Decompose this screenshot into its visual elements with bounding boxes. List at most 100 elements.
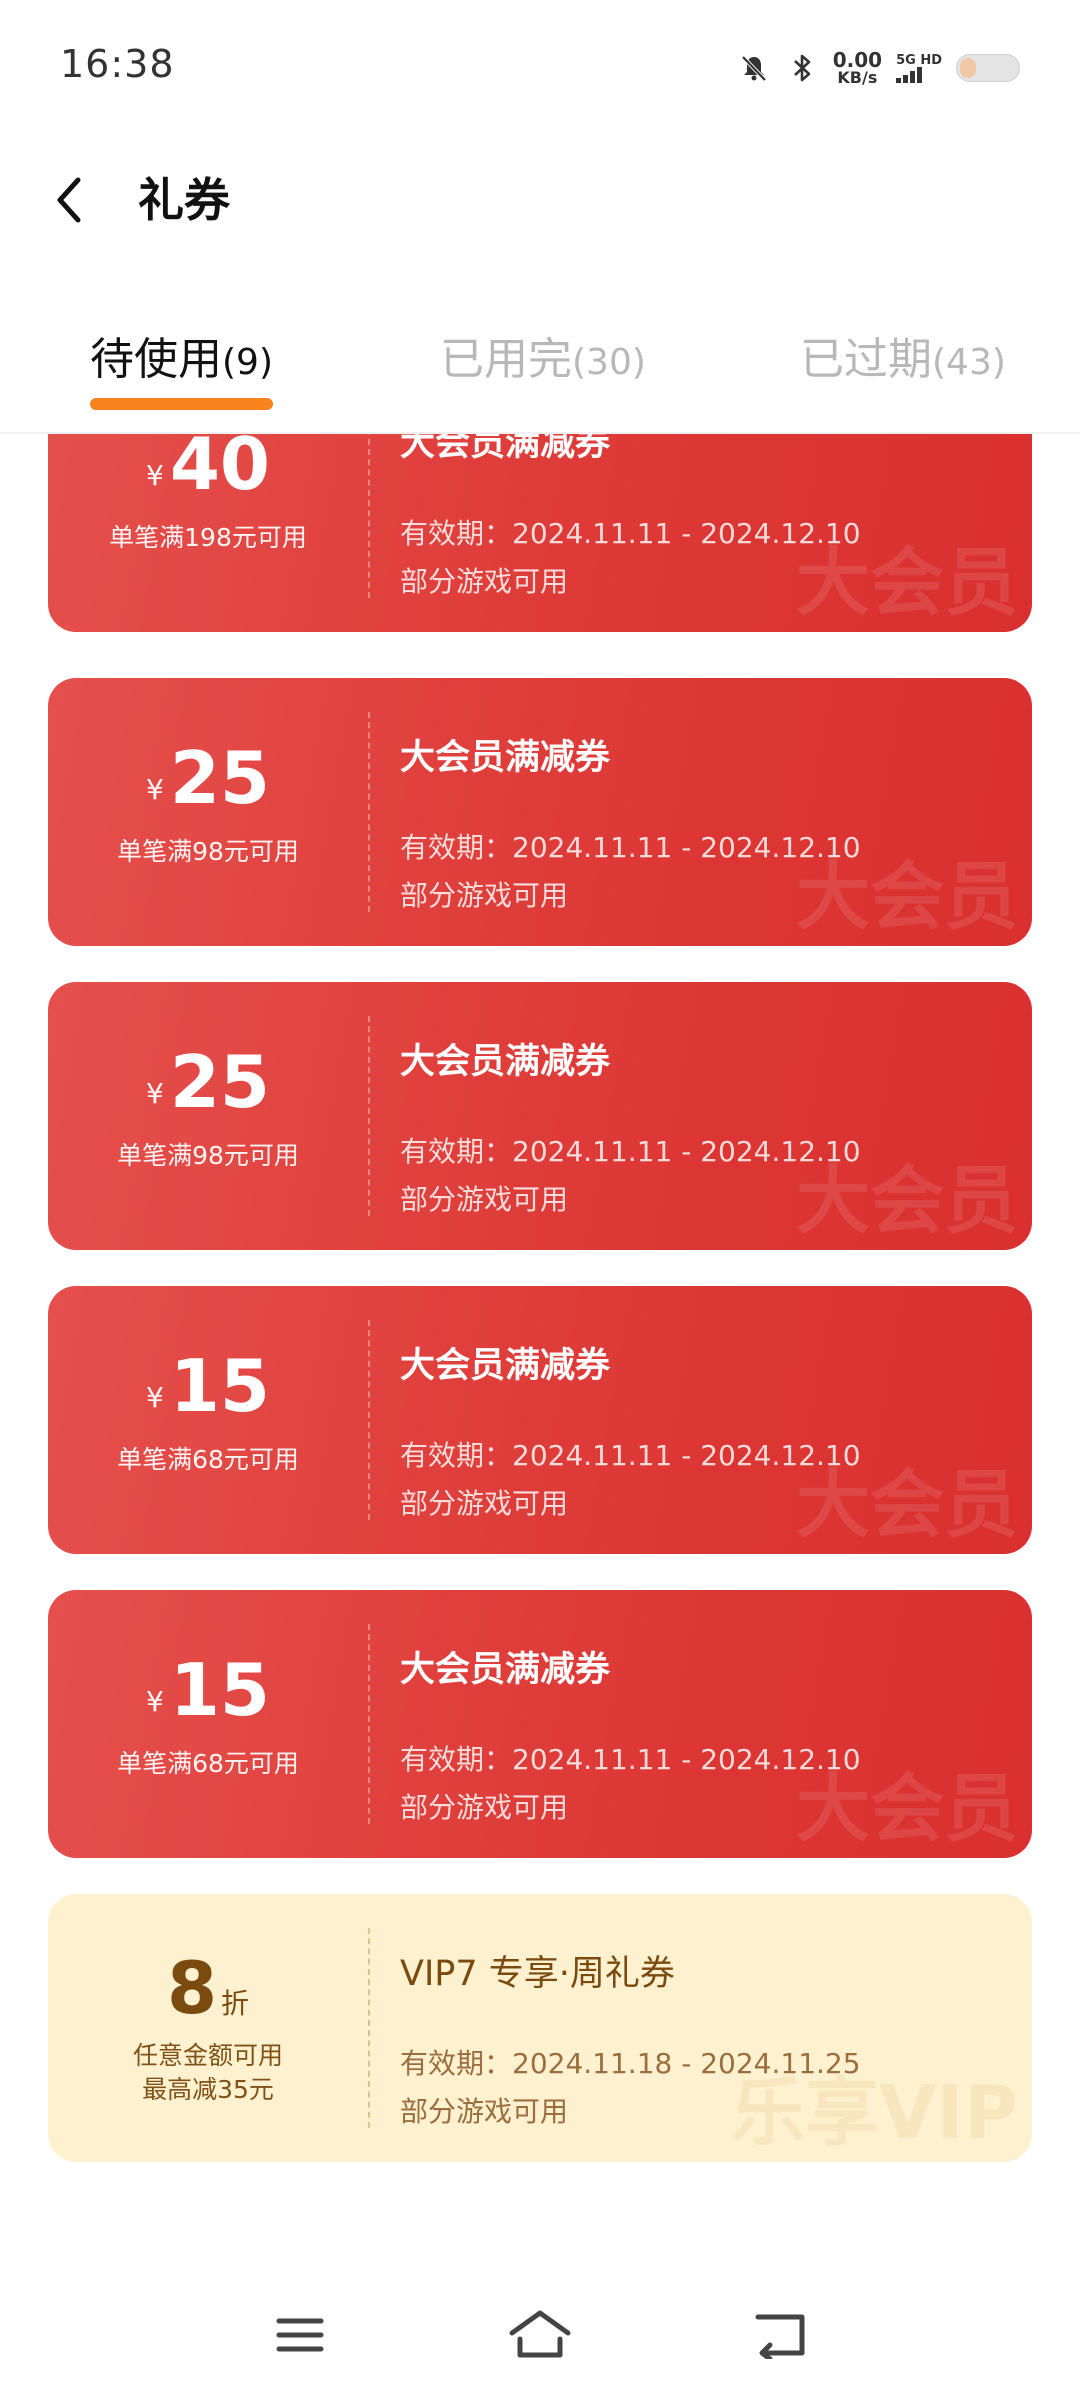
currency-symbol: ¥ xyxy=(145,1685,164,1718)
coupon-watermark: 大会员 xyxy=(796,1766,1018,1852)
coupon-condition: 单笔满98元可用 xyxy=(117,837,299,866)
coupon-condition: 任意金额可用 xyxy=(132,2041,283,2070)
home-icon xyxy=(509,2310,571,2358)
coupon-card[interactable]: ¥15 单笔满68元可用 大会员满减券 有效期：2024.11.11 - 202… xyxy=(48,1590,1032,1858)
coupon-scope: 部分游戏可用 xyxy=(400,2095,569,2128)
network-speed-value: 0.00 xyxy=(832,48,883,72)
coupon-info: 大会员满减券 有效期：2024.11.11 - 2024.12.10 部分游戏可… xyxy=(400,1286,1032,1554)
back-nav-button[interactable] xyxy=(740,2300,820,2370)
coupon-watermark: 大会员 xyxy=(796,854,1018,940)
back-button[interactable] xyxy=(40,170,100,230)
coupon-card[interactable]: ¥15 单笔满68元可用 大会员满减券 有效期：2024.11.11 - 202… xyxy=(48,1286,1032,1554)
coupon-amount-value: 25 xyxy=(169,736,271,820)
tab-label: 待使用 xyxy=(90,334,222,385)
network-speed-unit: KB/s xyxy=(837,68,878,87)
coupon-card[interactable]: ¥25 单笔满98元可用 大会员满减券 有效期：2024.11.11 - 202… xyxy=(48,678,1032,946)
network-label: 5G HD xyxy=(896,52,942,68)
back-icon xyxy=(755,2314,805,2359)
coupon-watermark: 乐享VIP xyxy=(730,2070,1018,2156)
discount-unit: 折 xyxy=(221,1987,250,2020)
tab-count: (43) xyxy=(932,342,1006,383)
coupon-amount-value: 15 xyxy=(169,1344,271,1428)
coupon-discount: 8折 xyxy=(48,1948,368,2044)
coupon-scope: 部分游戏可用 xyxy=(400,879,569,912)
coupon-validity: 有效期：2024.11.11 - 2024.12.10 xyxy=(400,1439,861,1472)
status-bar: 16:38 0.00 KB/s 5G HD xyxy=(0,0,1080,130)
coupon-scope: 部分游戏可用 xyxy=(400,565,569,598)
coupon-title: 大会员满减券 xyxy=(400,1346,611,1386)
coupon-list[interactable]: ¥40 单笔满198元可用 大会员满减券 有效期：2024.11.11 - 20… xyxy=(0,434,1080,2214)
currency-symbol: ¥ xyxy=(145,1381,164,1414)
coupon-amount: ¥15 xyxy=(48,1650,368,1742)
coupon-validity: 有效期：2024.11.11 - 2024.12.10 xyxy=(400,1743,861,1776)
coupon-title: 大会员满减券 xyxy=(400,1650,611,1690)
coupon-divider xyxy=(368,1928,370,2128)
currency-symbol: ¥ xyxy=(145,459,164,492)
tab-count: (30) xyxy=(572,342,646,383)
coupon-amount-value: 25 xyxy=(169,1040,271,1124)
coupon-amount-value: 15 xyxy=(169,1648,271,1732)
coupon-discount-value: 8 xyxy=(166,1946,218,2030)
coupon-divider xyxy=(368,1624,370,1824)
coupon-title: VIP7 专享·周礼券 xyxy=(400,1954,675,1994)
tab-label: 已过期 xyxy=(800,334,932,385)
coupon-scope: 部分游戏可用 xyxy=(400,1791,569,1824)
coupon-info: 大会员满减券 有效期：2024.11.11 - 2024.12.10 部分游戏可… xyxy=(400,1590,1032,1858)
coupon-value-panel: 8折 任意金额可用 最高减35元 xyxy=(48,1894,368,2162)
status-icons: 0.00 KB/s 5G HD xyxy=(737,44,1020,92)
coupon-condition: 单笔满68元可用 xyxy=(117,1749,299,1778)
status-time: 16:38 xyxy=(60,42,175,86)
page-title: 礼券 xyxy=(138,173,230,227)
coupon-validity: 有效期：2024.11.11 - 2024.12.10 xyxy=(400,1135,861,1168)
menu-icon xyxy=(276,2318,324,2352)
tab-count: (9) xyxy=(222,342,273,383)
coupon-divider xyxy=(368,434,370,598)
tab-active-indicator xyxy=(90,398,273,410)
coupon-value-panel: ¥15 单笔满68元可用 xyxy=(48,1286,368,1554)
coupon-info: 大会员满减券 有效期：2024.11.11 - 2024.12.10 部分游戏可… xyxy=(400,678,1032,946)
menu-button[interactable] xyxy=(260,2300,340,2370)
coupon-condition: 单笔满98元可用 xyxy=(117,1141,299,1170)
coupon-info: 大会员满减券 有效期：2024.11.11 - 2024.12.10 部分游戏可… xyxy=(400,982,1032,1250)
coupon-info: VIP7 专享·周礼券 有效期：2024.11.18 - 2024.11.25 … xyxy=(400,1894,1032,2162)
coupon-divider xyxy=(368,1320,370,1520)
coupon-card[interactable]: ¥40 单笔满198元可用 大会员满减券 有效期：2024.11.11 - 20… xyxy=(48,434,1032,632)
coupon-condition: 单笔满68元可用 xyxy=(117,1445,299,1474)
coupon-value-panel: ¥15 单笔满68元可用 xyxy=(48,1590,368,1858)
tab-used[interactable]: 已用完(30) xyxy=(440,330,646,420)
coupon-title: 大会员满减券 xyxy=(400,1042,611,1082)
home-button[interactable] xyxy=(500,2300,580,2370)
top-app-bar: 礼券 xyxy=(0,150,1080,250)
coupon-amount: ¥25 xyxy=(48,738,368,830)
currency-symbol: ¥ xyxy=(145,1077,164,1110)
tab-expired[interactable]: 已过期(43) xyxy=(800,330,1006,420)
bluetooth-icon xyxy=(785,51,819,85)
coupon-validity: 有效期：2024.11.11 - 2024.12.10 xyxy=(400,831,861,864)
coupon-scope: 部分游戏可用 xyxy=(400,1183,569,1216)
coupon-divider xyxy=(368,712,370,912)
coupon-amount: ¥15 xyxy=(48,1346,368,1438)
coupon-amount-value: 40 xyxy=(169,434,271,506)
coupon-watermark: 大会员 xyxy=(796,1158,1018,1244)
coupon-title: 大会员满减券 xyxy=(400,738,611,778)
coupon-divider xyxy=(368,1016,370,1216)
coupon-scope: 部分游戏可用 xyxy=(400,1487,569,1520)
coupon-value-panel: ¥40 单笔满198元可用 xyxy=(48,434,368,632)
tab-label: 已用完 xyxy=(440,334,572,385)
chevron-left-icon xyxy=(57,177,81,223)
coupon-watermark: 大会员 xyxy=(796,1462,1018,1548)
network-speed: 0.00 KB/s xyxy=(833,50,882,86)
tab-bar: 待使用(9) 已用完(30) 已过期(43) xyxy=(0,320,1080,434)
coupon-condition: 单笔满198元可用 xyxy=(109,523,307,552)
currency-symbol: ¥ xyxy=(145,773,164,806)
coupon-amount: ¥40 xyxy=(48,434,368,516)
signal-icon: 5G HD xyxy=(896,54,942,83)
coupon-card-vip[interactable]: 8折 任意金额可用 最高减35元 VIP7 专享·周礼券 有效期：2024.11… xyxy=(48,1894,1032,2162)
tab-pending[interactable]: 待使用(9) xyxy=(90,330,273,420)
coupon-card[interactable]: ¥25 单笔满98元可用 大会员满减券 有效期：2024.11.11 - 202… xyxy=(48,982,1032,1250)
coupon-info: 大会员满减券 有效期：2024.11.11 - 2024.12.10 部分游戏可… xyxy=(400,434,1032,632)
system-nav-bar xyxy=(0,2280,1080,2390)
coupon-value-panel: ¥25 单笔满98元可用 xyxy=(48,982,368,1250)
mute-bell-icon xyxy=(737,51,771,85)
coupon-validity: 有效期：2024.11.11 - 2024.12.10 xyxy=(400,517,861,550)
